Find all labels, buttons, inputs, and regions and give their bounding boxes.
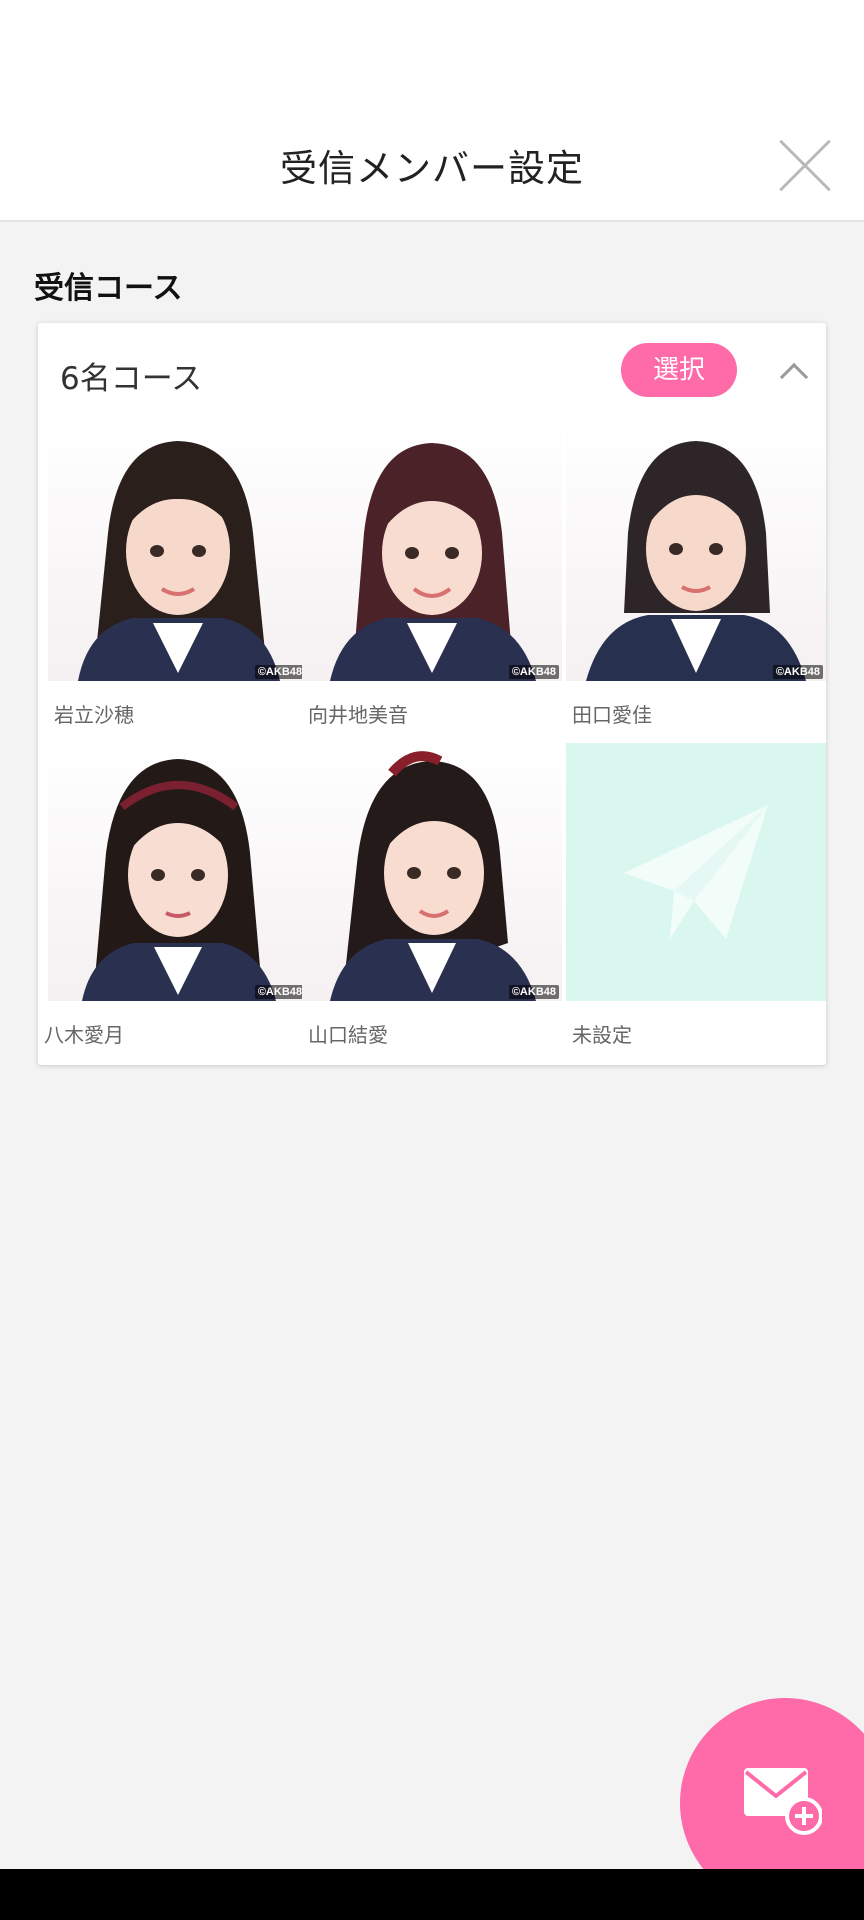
member-name: 田口愛佳 bbox=[572, 703, 652, 727]
member-portrait bbox=[330, 443, 536, 681]
page-title: 受信メンバー設定 bbox=[280, 147, 584, 190]
member-name: 八木愛月 bbox=[44, 1023, 124, 1047]
member-portrait bbox=[82, 759, 276, 1001]
member-portrait bbox=[330, 751, 536, 1001]
copyright-label: ©AKB48 bbox=[772, 665, 823, 679]
close-icon[interactable] bbox=[776, 136, 834, 194]
member-tile-3[interactable]: ©AKB48 田口愛佳 bbox=[566, 423, 826, 747]
member-photo: ©AKB48 bbox=[302, 423, 562, 681]
copyright-label: ©AKB48 bbox=[254, 665, 305, 679]
member-tile-5[interactable]: ©AKB48 山口結愛 bbox=[302, 743, 562, 1067]
mail-add-icon bbox=[744, 1768, 822, 1835]
member-photo: ©AKB48 bbox=[302, 743, 562, 1001]
member-tile-6[interactable]: 未設定 bbox=[566, 743, 826, 1067]
member-name: 未設定 bbox=[572, 1023, 632, 1047]
member-photo: ©AKB48 bbox=[48, 743, 308, 1001]
member-photo: ©AKB48 bbox=[48, 423, 308, 681]
member-photo: ©AKB48 bbox=[566, 423, 826, 681]
select-button[interactable]: 選択 bbox=[621, 343, 737, 397]
member-name: 山口結愛 bbox=[308, 1023, 388, 1047]
member-tile-1[interactable]: ©AKB48 岩立沙穂 bbox=[48, 423, 308, 747]
member-portrait bbox=[586, 441, 806, 681]
copyright-label: ©AKB48 bbox=[508, 985, 559, 999]
copyright-label: ©AKB48 bbox=[254, 985, 305, 999]
course-card: 6名コース 選択 ©AKB48 岩立沙穂 ©AKB48 向井地美音 ©AKB48… bbox=[38, 323, 826, 1065]
chevron-up-icon[interactable] bbox=[780, 359, 806, 385]
member-tile-4[interactable]: ©AKB48 八木愛月 bbox=[38, 743, 308, 1067]
member-name: 向井地美音 bbox=[308, 703, 408, 727]
member-tile-2[interactable]: ©AKB48 向井地美音 bbox=[302, 423, 562, 747]
member-photo-placeholder bbox=[566, 743, 826, 1001]
member-portrait bbox=[78, 441, 280, 681]
member-name: 岩立沙穂 bbox=[54, 703, 134, 727]
course-name: 6名コース bbox=[60, 361, 203, 397]
header: 受信メンバー設定 bbox=[0, 100, 864, 222]
paper-plane-icon bbox=[624, 805, 768, 939]
system-nav-bar bbox=[0, 1869, 864, 1920]
section-title: 受信コース bbox=[34, 271, 183, 306]
status-bar bbox=[0, 0, 864, 100]
copyright-label: ©AKB48 bbox=[508, 665, 559, 679]
